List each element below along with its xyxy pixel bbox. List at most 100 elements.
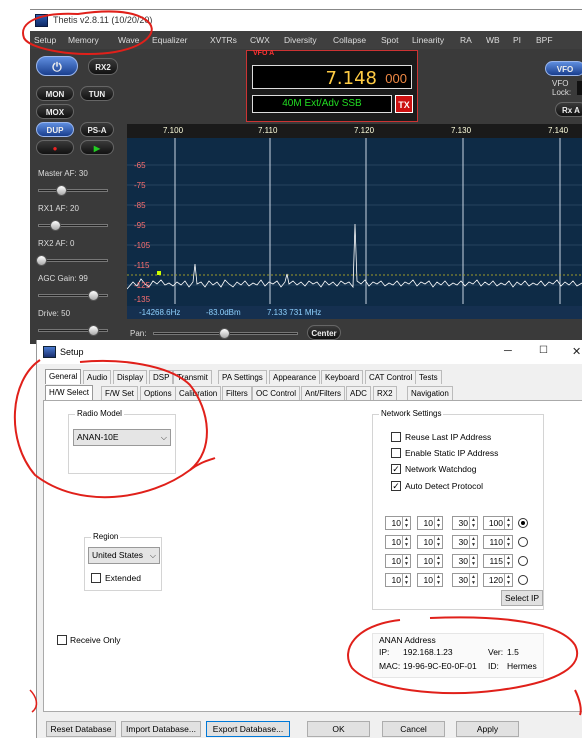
mox-button[interactable]: MOX xyxy=(36,104,74,119)
tab-ant-filters[interactable]: Ant/Filters xyxy=(301,386,346,400)
mon-button[interactable]: MON xyxy=(36,86,74,101)
menu-memory[interactable]: Memory xyxy=(68,35,99,45)
ip-octet-spinner[interactable]: 115 ▲ ▼ xyxy=(483,554,513,568)
tab-hw-select[interactable]: H/W Select xyxy=(45,385,94,400)
menu-linearity[interactable]: Linearity xyxy=(412,35,444,45)
vfo-lock-toggle[interactable] xyxy=(577,81,582,95)
play-button[interactable]: ▶ xyxy=(80,140,114,155)
tab-general[interactable]: General xyxy=(45,369,82,384)
ip-octet-spinner[interactable]: 30 ▲ ▼ xyxy=(452,573,478,587)
tab-navigation[interactable]: Navigation xyxy=(407,386,453,400)
record-button[interactable]: ● xyxy=(36,140,74,155)
tab-pa-settings[interactable]: PA Settings xyxy=(218,370,267,384)
extended-checkbox[interactable] xyxy=(91,573,101,583)
maximize-icon[interactable]: ☐ xyxy=(539,345,548,356)
ip-octet-spinner[interactable]: 10 ▲ ▼ xyxy=(385,516,411,530)
panadapter-spectrum[interactable]: -65 -75 -85 -95 -105 -115 -125 -135 xyxy=(127,124,582,319)
receive-only-checkbox[interactable] xyxy=(57,635,67,645)
tab-audio[interactable]: Audio xyxy=(83,370,112,384)
ip-octet-spinner[interactable]: 10 ▲ ▼ xyxy=(417,554,443,568)
menu-wave[interactable]: Wave xyxy=(118,35,139,45)
rx1-af-knob[interactable] xyxy=(50,220,61,231)
tab-keyboard[interactable]: Keyboard xyxy=(321,370,364,384)
pan-knob[interactable] xyxy=(219,328,230,339)
power-button[interactable]: ⏻ xyxy=(36,56,78,76)
ip-row-radio[interactable] xyxy=(518,575,528,585)
radio-model-title: Radio Model xyxy=(75,409,124,418)
import-database-button[interactable]: Import Database... xyxy=(121,721,201,737)
rx2-af-slider[interactable] xyxy=(38,259,108,262)
tab-display[interactable]: Display xyxy=(113,370,148,384)
ip-octet-spinner[interactable]: 10 ▲ ▼ xyxy=(417,535,443,549)
reuse-ip-checkbox[interactable] xyxy=(391,432,401,442)
tab-dsp[interactable]: DSP xyxy=(149,370,174,384)
rx-a-button[interactable]: Rx A xyxy=(555,102,582,117)
menu-diversity[interactable]: Diversity xyxy=(284,35,317,45)
tab-oc-control[interactable]: OC Control xyxy=(252,386,301,400)
ip-octet-spinner[interactable]: 100 ▲ ▼ xyxy=(483,516,513,530)
tab-fw-set[interactable]: F/W Set xyxy=(101,386,138,400)
static-ip-checkbox[interactable] xyxy=(391,448,401,458)
tab-filters[interactable]: Filters xyxy=(222,386,252,400)
export-database-button[interactable]: Export Database... xyxy=(206,721,290,737)
rx2-button[interactable]: RX2 xyxy=(88,58,118,75)
vfo-right-button[interactable]: VFO xyxy=(545,61,582,76)
auto-detect-checkbox[interactable]: ✓ xyxy=(391,481,401,491)
ip-octet-spinner[interactable]: 30 ▲ ▼ xyxy=(452,516,478,530)
agc-gain-knob[interactable] xyxy=(88,290,99,301)
tab-calibration[interactable]: Calibration xyxy=(175,386,222,400)
menu-xvtrs[interactable]: XVTRs xyxy=(210,35,237,45)
dup-button[interactable]: DUP xyxy=(36,122,74,137)
ok-button[interactable]: OK xyxy=(307,721,370,737)
ip-octet-spinner[interactable]: 110 ▲ ▼ xyxy=(483,535,513,549)
setup-title-text: Setup xyxy=(60,347,84,357)
menu-bpf[interactable]: BPF xyxy=(536,35,553,45)
ip-octet-spinner[interactable]: 30 ▲ ▼ xyxy=(452,535,478,549)
tab-options[interactable]: Options xyxy=(140,386,176,400)
menu-setup[interactable]: Setup xyxy=(34,35,56,45)
reset-database-button[interactable]: Reset Database xyxy=(46,721,116,737)
menu-ra[interactable]: RA xyxy=(460,35,472,45)
master-af-knob[interactable] xyxy=(56,185,67,196)
ip-octet-spinner[interactable]: 30 ▲ ▼ xyxy=(452,554,478,568)
radio-model-select[interactable]: ANAN-10E ⌵ xyxy=(73,429,171,446)
region-select[interactable]: United States ⌵ xyxy=(88,547,160,564)
region-group: Region United States ⌵ Extended xyxy=(84,532,162,591)
ip-octet-spinner[interactable]: 10 ▲ ▼ xyxy=(385,535,411,549)
tab-adc[interactable]: ADC xyxy=(346,386,371,400)
menu-collapse[interactable]: Collapse xyxy=(333,35,366,45)
ip-row-radio[interactable] xyxy=(518,518,528,528)
menu-wb[interactable]: WB xyxy=(486,35,500,45)
apply-button[interactable]: Apply xyxy=(456,721,519,737)
tun-button[interactable]: TUN xyxy=(80,86,114,101)
menu-spot[interactable]: Spot xyxy=(381,35,399,45)
rx1-af-slider[interactable] xyxy=(38,224,108,227)
psa-button[interactable]: PS-A xyxy=(80,122,114,137)
ip-row-radio[interactable] xyxy=(518,556,528,566)
ip-row-radio[interactable] xyxy=(518,537,528,547)
drive-knob[interactable] xyxy=(88,325,99,336)
menu-cwx[interactable]: CWX xyxy=(250,35,270,45)
ip-octet-spinner[interactable]: 10 ▲ ▼ xyxy=(385,573,411,587)
watchdog-checkbox[interactable]: ✓ xyxy=(391,464,401,474)
ip-octet-spinner[interactable]: 10 ▲ ▼ xyxy=(417,573,443,587)
menu-pi[interactable]: PI xyxy=(513,35,521,45)
rx2-af-knob[interactable] xyxy=(36,255,47,266)
tab-tests[interactable]: Tests xyxy=(415,370,442,384)
tab-rx2[interactable]: RX2 xyxy=(373,386,397,400)
ip-octet-spinner[interactable]: 120 ▲ ▼ xyxy=(483,573,513,587)
close-icon[interactable]: ✕ xyxy=(572,345,581,358)
tx-badge[interactable]: TX xyxy=(395,95,413,113)
tab-cat-control[interactable]: CAT Control xyxy=(365,370,417,384)
menu-equalizer[interactable]: Equalizer xyxy=(152,35,187,45)
ip-octet-spinner[interactable]: 10 ▲ ▼ xyxy=(417,516,443,530)
tab-appearance[interactable]: Appearance xyxy=(269,370,321,384)
tab-transmit[interactable]: Transmit xyxy=(173,370,212,384)
vfo-frequency-box[interactable]: 7.148 000 xyxy=(252,65,412,89)
ip-octet-spinner[interactable]: 10 ▲ ▼ xyxy=(385,554,411,568)
cancel-button[interactable]: Cancel xyxy=(382,721,445,737)
master-af-slider[interactable] xyxy=(38,189,108,192)
center-button[interactable]: Center xyxy=(307,325,341,340)
minimize-icon[interactable]: ─ xyxy=(504,345,512,357)
select-ip-button[interactable]: Select IP xyxy=(501,590,543,606)
